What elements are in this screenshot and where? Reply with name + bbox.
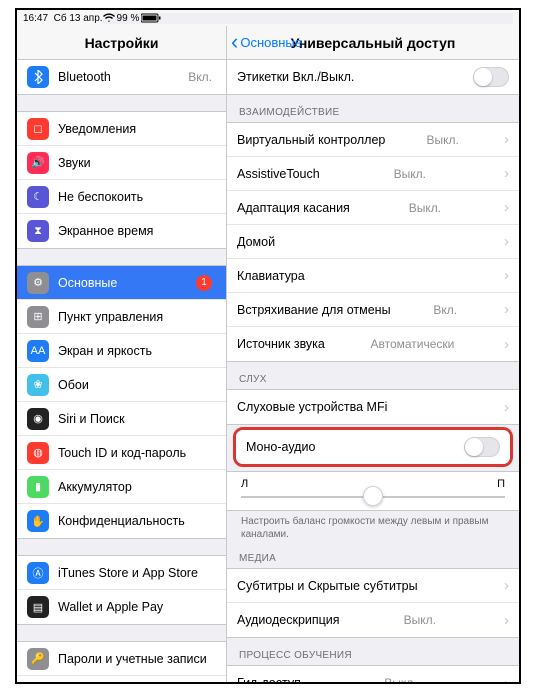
mail-icon: ✉ <box>27 682 49 683</box>
row-touch-accommodation[interactable]: Адаптация касанияВыкл.› <box>227 191 519 225</box>
wallet-icon: ▤ <box>27 596 49 618</box>
moon-icon: ☾ <box>27 186 49 208</box>
detail-header: Основные Универсальный доступ <box>227 26 519 60</box>
balance-left-label: Л <box>241 478 248 490</box>
mono-audio-toggle[interactable] <box>464 437 500 457</box>
chevron-icon: › <box>504 131 509 148</box>
chevron-icon: › <box>504 199 509 216</box>
battery-icon: ▮ <box>27 476 49 498</box>
device-frame: 16:47 Сб 13 апр. 99 % Настройки Bluetoot… <box>15 8 521 684</box>
sidebar-item-screentime[interactable]: ⧗Экранное время <box>17 214 226 248</box>
balance-right-label: П <box>497 478 505 490</box>
sidebar-item-general[interactable]: ⚙Основные1 <box>17 266 226 300</box>
battery-icon <box>141 13 161 23</box>
balance-slider-row: ЛП <box>227 472 519 510</box>
sidebar-item-battery[interactable]: ▮Аккумулятор <box>17 470 226 504</box>
status-date: Сб 13 апр. <box>54 13 103 24</box>
key-icon: 🔑 <box>27 648 49 670</box>
mono-audio-highlight: Моно-аудио <box>233 427 513 467</box>
brightness-icon: AA <box>27 340 49 362</box>
row-guided-access[interactable]: Гид-доступВыкл.› <box>227 666 519 682</box>
chevron-icon: › <box>504 267 509 284</box>
hourglass-icon: ⧗ <box>27 220 49 242</box>
battery-text: 99 % <box>117 13 140 24</box>
sidebar-item-wallpaper[interactable]: ❀Обои <box>17 368 226 402</box>
sidebar-item-siri[interactable]: ◉Siri и Поиск <box>17 402 226 436</box>
balance-note: Настроить баланс громкости между левым и… <box>227 511 519 541</box>
back-button[interactable]: Основные <box>231 35 302 50</box>
sidebar-item-bluetooth[interactable]: Bluetooth Вкл. <box>17 60 226 94</box>
chevron-icon: › <box>504 675 509 683</box>
sidebar-item-itunes[interactable]: ⒶiTunes Store и App Store <box>17 556 226 590</box>
bluetooth-icon <box>27 66 49 88</box>
appstore-icon: Ⓐ <box>27 562 49 584</box>
gear-icon: ⚙ <box>27 272 49 294</box>
chevron-icon: › <box>504 301 509 318</box>
chevron-icon: › <box>504 577 509 594</box>
sidebar-item-wallet[interactable]: ▤Wallet и Apple Pay <box>17 590 226 624</box>
detail-pane: Основные Универсальный доступ Этикетки В… <box>227 26 519 682</box>
chevron-icon: › <box>504 165 509 182</box>
sidebar-item-mail[interactable]: ✉Почта <box>17 676 226 682</box>
row-audio-description[interactable]: АудиодескрипцияВыкл.› <box>227 603 519 637</box>
chevron-icon: › <box>504 233 509 250</box>
section-learning: ПРОЦЕСС ОБУЧЕНИЯ <box>227 638 519 665</box>
fingerprint-icon: ◍ <box>27 442 49 464</box>
row-mfi-hearing[interactable]: Слуховые устройства MFi› <box>227 390 519 424</box>
row-mono-audio[interactable]: Моно-аудио <box>236 430 510 464</box>
section-hearing: СЛУХ <box>227 362 519 389</box>
row-assistivetouch[interactable]: AssistiveTouchВыкл.› <box>227 157 519 191</box>
balance-slider[interactable] <box>241 496 505 498</box>
sounds-icon: 🔊 <box>27 152 49 174</box>
status-time: 16:47 <box>23 13 48 24</box>
section-media: МЕДИА <box>227 541 519 568</box>
wifi-icon <box>103 13 115 23</box>
label: Bluetooth <box>58 70 111 84</box>
sidebar-item-control-center[interactable]: ⊞Пункт управления <box>17 300 226 334</box>
chevron-icon: › <box>504 612 509 629</box>
notifications-icon: ◻ <box>27 118 49 140</box>
sidebar-title: Настройки <box>17 26 226 60</box>
toggle[interactable] <box>473 67 509 87</box>
chevron-icon: › <box>504 336 509 353</box>
page-title: Универсальный доступ <box>291 35 456 51</box>
row-audio-source[interactable]: Источник звукаАвтоматически› <box>227 327 519 361</box>
chevron-icon: › <box>504 399 509 416</box>
row-shake-undo[interactable]: Встряхивание для отменыВкл.› <box>227 293 519 327</box>
sidebar-item-notifications[interactable]: ◻Уведомления <box>17 112 226 146</box>
sidebar-item-dnd[interactable]: ☾Не беспокоить <box>17 180 226 214</box>
row-subtitles[interactable]: Субтитры и Скрытые субтитры› <box>227 569 519 603</box>
sidebar-item-touchid[interactable]: ◍Touch ID и код-пароль <box>17 436 226 470</box>
sidebar-item-display[interactable]: AAЭкран и яркость <box>17 334 226 368</box>
sidebar-item-passwords[interactable]: 🔑Пароли и учетные записи <box>17 642 226 676</box>
switches-icon: ⊞ <box>27 306 49 328</box>
section-interaction: ВЗАИМОДЕЙСТВИЕ <box>227 95 519 122</box>
siri-icon: ◉ <box>27 408 49 430</box>
wallpaper-icon: ❀ <box>27 374 49 396</box>
settings-sidebar: Настройки Bluetooth Вкл. ◻Уведомления 🔊З… <box>17 26 227 682</box>
status-bar: 16:47 Сб 13 апр. 99 % <box>17 10 519 26</box>
sidebar-item-sounds[interactable]: 🔊Звуки <box>17 146 226 180</box>
hand-icon: ✋ <box>27 510 49 532</box>
row-keyboard[interactable]: Клавиатура› <box>227 259 519 293</box>
detail: Вкл. <box>188 70 212 84</box>
row-virtual-controller[interactable]: Виртуальный контроллерВыкл.› <box>227 123 519 157</box>
slider-knob[interactable] <box>363 486 383 506</box>
badge: 1 <box>196 275 212 291</box>
row-home[interactable]: Домой› <box>227 225 519 259</box>
sidebar-item-privacy[interactable]: ✋Конфиденциальность <box>17 504 226 538</box>
row-labels-toggle[interactable]: Этикетки Вкл./Выкл. <box>227 60 519 94</box>
